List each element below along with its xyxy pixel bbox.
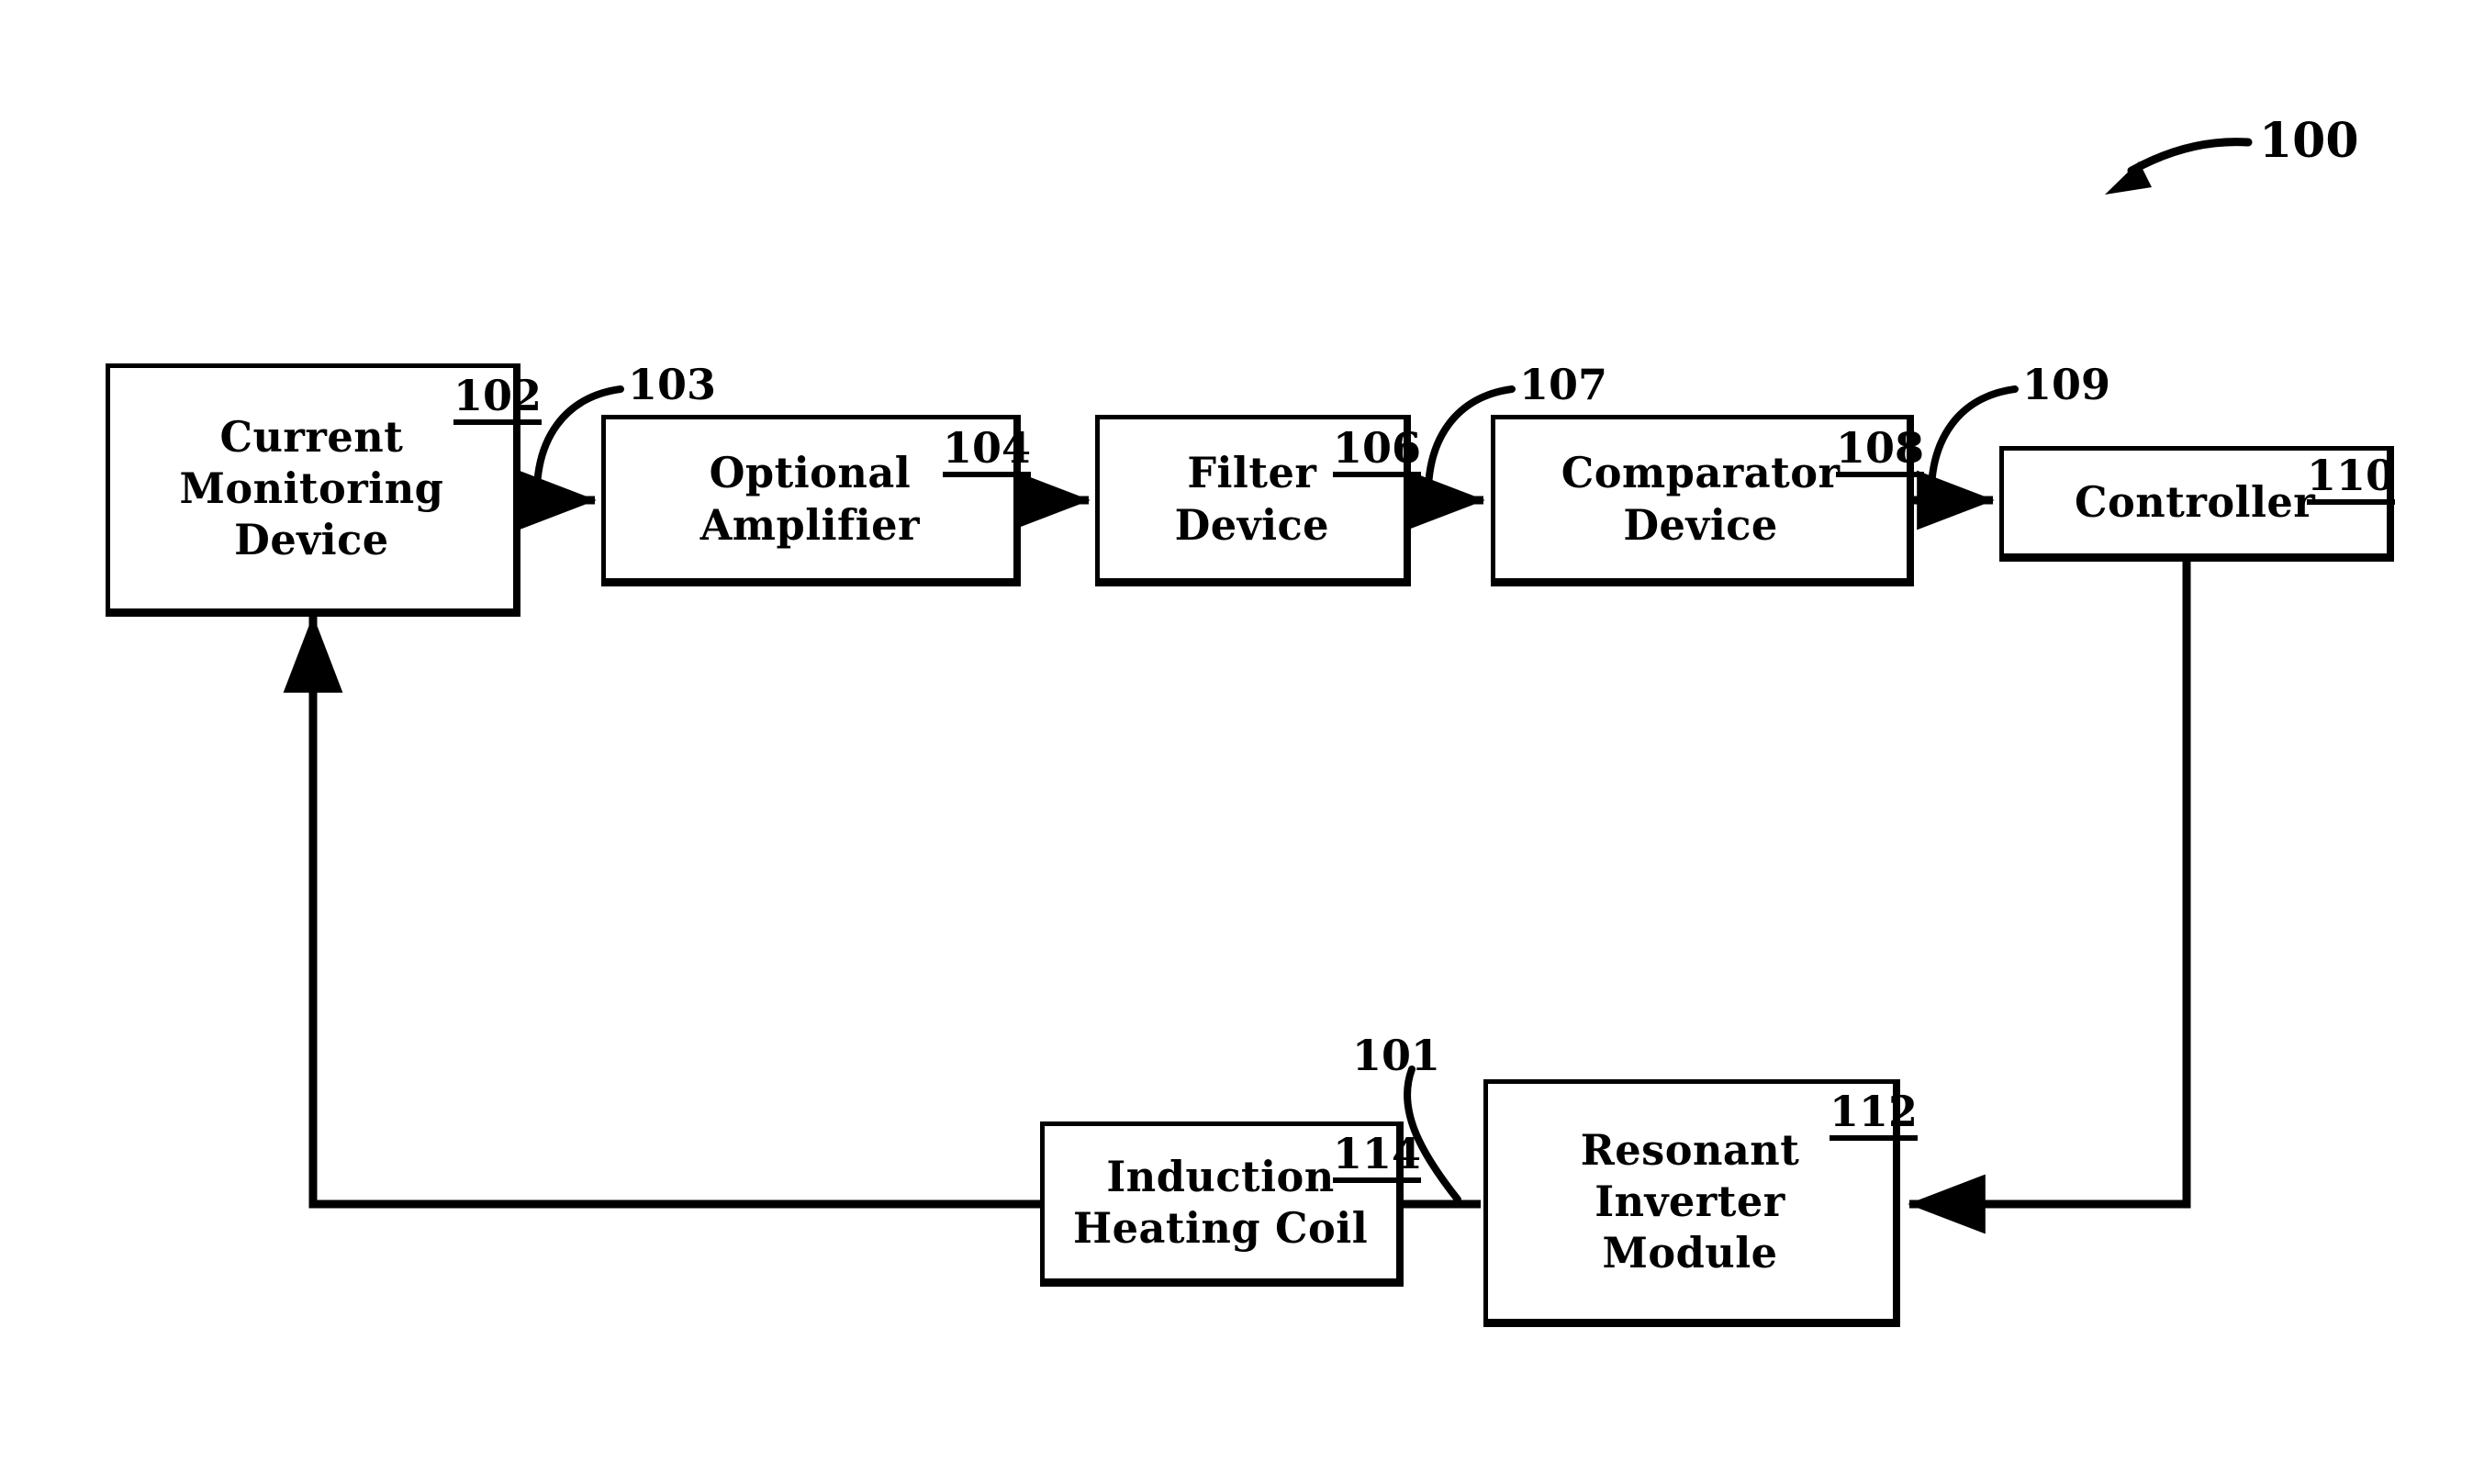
ref-numeral-108: 108 <box>1836 427 1925 477</box>
ref-numeral-109: 109 <box>2022 360 2111 409</box>
ref-numeral-107: 107 <box>1519 360 1608 409</box>
ref-numeral-110: 110 <box>2307 454 2396 505</box>
ref-numeral-106: 106 <box>1333 427 1422 477</box>
patent-figure-100: Current Monitoring Device 102 Optional A… <box>0 0 2473 1484</box>
block-label-current-monitoring-device: Current Monitoring Device <box>179 411 444 565</box>
block-label-controller: Controller <box>2075 476 2316 527</box>
figure-number-100: 100 <box>2259 113 2359 169</box>
block-label-filter-device: Filter Device <box>1174 448 1329 550</box>
ref-numeral-101: 101 <box>1352 1031 1441 1080</box>
ref-numeral-104: 104 <box>943 427 1032 477</box>
block-label-resonant-inverter-module: Resonant Inverter Module <box>1581 1124 1800 1278</box>
block-label-optional-amplifier: Optional Amplifier <box>699 448 920 550</box>
path-110-to-112 <box>1908 562 2191 1234</box>
block-label-comparator-device: Comparator Device <box>1561 448 1841 550</box>
ref-numeral-114: 114 <box>1333 1133 1422 1183</box>
leader-curve-100 <box>2127 138 2253 175</box>
block-label-induction-heating-coil: Induction Heating Coil <box>1072 1151 1369 1253</box>
ref-numeral-103: 103 <box>628 360 717 409</box>
ref-numeral-112: 112 <box>1830 1090 1919 1141</box>
ref-numeral-102: 102 <box>453 374 543 425</box>
path-114-to-102 <box>283 615 1040 1209</box>
